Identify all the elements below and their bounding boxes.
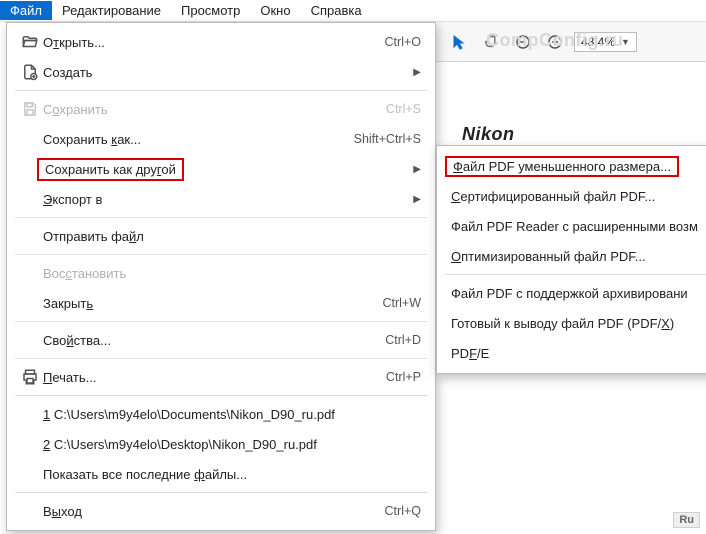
submenu-item[interactable]: Сертифицированный файл PDF... <box>437 181 706 211</box>
menu-item-label: 1 C:\Users\m9y4elo\Documents\Nikon_D90_r… <box>43 407 421 422</box>
menu-file[interactable]: Файл <box>0 1 52 20</box>
printer-icon <box>17 368 43 386</box>
submenu-item[interactable]: Файл PDF Reader с расширенными возм <box>437 211 706 241</box>
submenu-arrow-icon: ▶ <box>409 194 421 205</box>
menu-item-label: Печать... <box>43 370 386 385</box>
hand-tool-icon[interactable] <box>478 29 504 55</box>
menu-item-label: Свойства... <box>43 333 385 348</box>
menu-item-label: Сохранить <box>43 102 386 117</box>
menubar: Файл Редактирование Просмотр Окно Справк… <box>0 0 706 22</box>
menu-item-label: Открыть... <box>43 35 385 50</box>
toolbar: CompConfig.ru 48,4% ▼ <box>436 22 706 62</box>
menu-item-label: Показать все последние файлы... <box>43 467 421 482</box>
menu-view[interactable]: Просмотр <box>171 1 250 20</box>
separator <box>15 492 427 493</box>
menu-item[interactable]: ЗакрытьCtrl+W <box>7 288 435 318</box>
menu-window[interactable]: Окно <box>250 1 300 20</box>
select-tool-icon[interactable] <box>446 29 472 55</box>
menu-item[interactable]: Сохранить как...Shift+Ctrl+S <box>7 124 435 154</box>
menu-item-label: 2 C:\Users\m9y4elo\Desktop\Nikon_D90_ru.… <box>43 437 421 452</box>
file-menu-dropdown: Открыть...Ctrl+OСоздать▶СохранитьCtrl+SС… <box>6 22 436 531</box>
shortcut: Ctrl+S <box>386 102 421 116</box>
separator <box>15 254 427 255</box>
separator <box>15 90 427 91</box>
shortcut: Ctrl+O <box>385 35 421 49</box>
submenu-item[interactable]: Оптимизированный файл PDF... <box>437 241 706 271</box>
separator <box>15 321 427 322</box>
shortcut: Ctrl+D <box>385 333 421 347</box>
menu-item: Восстановить <box>7 258 435 288</box>
menu-item[interactable]: Экспорт в▶ <box>7 184 435 214</box>
menu-item: СохранитьCtrl+S <box>7 94 435 124</box>
menu-item[interactable]: Создать▶ <box>7 57 435 87</box>
menu-item[interactable]: 2 C:\Users\m9y4elo\Desktop\Nikon_D90_ru.… <box>7 429 435 459</box>
shortcut: Shift+Ctrl+S <box>354 132 421 146</box>
submenu-item[interactable]: PDF/E <box>437 338 706 368</box>
chevron-down-icon: ▼ <box>621 37 630 47</box>
separator <box>15 395 427 396</box>
language-badge: Ru <box>673 512 700 528</box>
save-icon <box>17 100 43 118</box>
menu-item-label: Отправить файл <box>43 229 421 244</box>
menu-item-label: Выход <box>43 504 385 519</box>
menu-item[interactable]: Сохранить как другой▶ <box>7 154 435 184</box>
submenu-arrow-icon: ▶ <box>409 67 421 78</box>
zoom-out-icon[interactable] <box>510 29 536 55</box>
brand-logo: Nikon <box>462 124 515 145</box>
menu-item[interactable]: Открыть...Ctrl+O <box>7 27 435 57</box>
shortcut: Ctrl+P <box>386 370 421 384</box>
menu-item-label: Восстановить <box>43 266 421 281</box>
submenu-arrow-icon: ▶ <box>409 164 421 175</box>
separator <box>15 217 427 218</box>
submenu-item[interactable]: Готовый к выводу файл PDF (PDF/X) <box>437 308 706 338</box>
shortcut: Ctrl+Q <box>385 504 421 518</box>
save-as-other-submenu: Файл PDF уменьшенного размера...Сертифиц… <box>436 145 706 374</box>
menu-item[interactable]: Печать...Ctrl+P <box>7 362 435 392</box>
submenu-item[interactable]: Файл PDF уменьшенного размера... <box>437 151 706 181</box>
separator <box>445 274 706 275</box>
separator <box>15 358 427 359</box>
menu-help[interactable]: Справка <box>301 1 372 20</box>
menu-item[interactable]: ВыходCtrl+Q <box>7 496 435 526</box>
menu-item-label: Создать <box>43 65 409 80</box>
menu-item-label: Сохранить как... <box>43 132 354 147</box>
menu-item[interactable]: Показать все последние файлы... <box>7 459 435 489</box>
menu-item[interactable]: 1 C:\Users\m9y4elo\Documents\Nikon_D90_r… <box>7 399 435 429</box>
menu-edit[interactable]: Редактирование <box>52 1 171 20</box>
zoom-in-icon[interactable] <box>542 29 568 55</box>
menu-item-label: Сохранить как другой <box>43 158 409 181</box>
file-plus-icon <box>17 63 43 81</box>
shortcut: Ctrl+W <box>382 296 421 310</box>
menu-item-label: Закрыть <box>43 296 382 311</box>
menu-item-label: Экспорт в <box>43 192 409 207</box>
menu-item[interactable]: Отправить файл <box>7 221 435 251</box>
menu-item[interactable]: Свойства...Ctrl+D <box>7 325 435 355</box>
zoom-value: 48,4% <box>581 35 615 49</box>
submenu-item[interactable]: Файл PDF с поддержкой архивировани <box>437 278 706 308</box>
folder-open-icon <box>17 33 43 51</box>
zoom-level[interactable]: 48,4% ▼ <box>574 32 637 52</box>
